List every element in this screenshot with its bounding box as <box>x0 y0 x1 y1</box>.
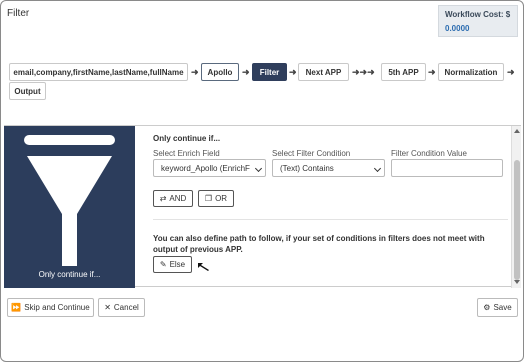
gear-icon: ⚙ <box>483 303 491 312</box>
else-button[interactable]: ✎ Else <box>153 256 192 273</box>
funnel-icon <box>24 135 115 266</box>
funnel-caption: Only continue if... <box>38 270 101 279</box>
else-button-label: Else <box>169 260 186 269</box>
vertical-scrollbar[interactable] <box>511 126 521 288</box>
chevron-down-icon <box>254 164 263 173</box>
chevron-down-icon <box>373 164 382 173</box>
skip-button-label: Skip and Continue <box>24 303 90 312</box>
filter-condition-label: Select Filter Condition <box>272 149 351 158</box>
enrich-field-value: keyword_Apollo (EnrichF <box>161 163 250 173</box>
enrich-field-label: Select Enrich Field <box>153 149 220 158</box>
section-divider <box>153 219 508 220</box>
cancel-button-label: Cancel <box>113 303 139 312</box>
filter-value-input[interactable] <box>391 159 503 177</box>
flow-node-apollo[interactable]: Apollo <box>201 63 239 81</box>
flow-arrow: ➜ <box>242 67 250 77</box>
flow-node-next-app[interactable]: Next APP <box>298 63 349 81</box>
flow-node-output[interactable]: Output <box>9 82 46 100</box>
fast-forward-icon: ⏩ <box>11 303 22 312</box>
or-button-label: OR <box>215 194 228 203</box>
filter-dialog: Filter Workflow Cost: $ 0.0000 email,com… <box>0 0 524 362</box>
copy-icon: ❐ <box>204 194 213 203</box>
save-button[interactable]: ⚙ Save <box>477 298 518 317</box>
flow-arrow: ➜ <box>428 67 436 77</box>
filter-condition-value: (Text) Contains <box>280 163 334 173</box>
flow-node-filter[interactable]: Filter <box>252 63 287 81</box>
flow-arrow: ➜ <box>289 67 297 77</box>
scroll-up-icon[interactable] <box>514 129 520 133</box>
or-button[interactable]: ❐ OR <box>198 190 234 207</box>
save-button-label: Save <box>493 303 512 312</box>
filter-value-label: Filter Condition Value <box>391 149 467 158</box>
swap-arrows-icon: ⇄ <box>159 194 167 203</box>
condition-heading: Only continue if... <box>153 134 221 143</box>
close-icon: ✕ <box>104 303 111 312</box>
flow-arrow: ➜ <box>191 67 199 77</box>
mouse-cursor-icon <box>198 263 209 271</box>
condition-panel: Only continue if... Only continue if... … <box>4 125 521 288</box>
and-button-label: AND <box>169 194 187 203</box>
skip-and-continue-button[interactable]: ⏩ Skip and Continue <box>7 298 94 317</box>
flow-node-normalization[interactable]: Normalization <box>438 63 504 81</box>
filter-condition-select[interactable]: (Text) Contains <box>272 159 385 177</box>
cancel-button[interactable]: ✕ Cancel <box>98 298 145 317</box>
flow-node-5th-app[interactable]: 5th APP <box>381 63 426 81</box>
workflow-flow: email,company,firstName,lastName,fullNam… <box>1 1 523 111</box>
flow-arrow: ➜ <box>507 67 515 77</box>
else-description: You can also define path to follow, if y… <box>153 234 485 254</box>
enrich-field-select[interactable]: keyword_Apollo (EnrichF <box>153 159 266 177</box>
flow-arrow-triple: ➜➜➜ <box>352 67 375 77</box>
scroll-thumb[interactable] <box>514 160 520 280</box>
flow-node-fields[interactable]: email,company,firstName,lastName,fullNam… <box>9 63 188 81</box>
funnel-illustration: Only continue if... <box>4 126 135 288</box>
edit-icon: ✎ <box>159 260 167 269</box>
and-button[interactable]: ⇄ AND <box>153 190 193 207</box>
scroll-down-icon[interactable] <box>514 280 520 284</box>
condition-form: Only continue if... Select Enrich Field … <box>135 126 511 288</box>
